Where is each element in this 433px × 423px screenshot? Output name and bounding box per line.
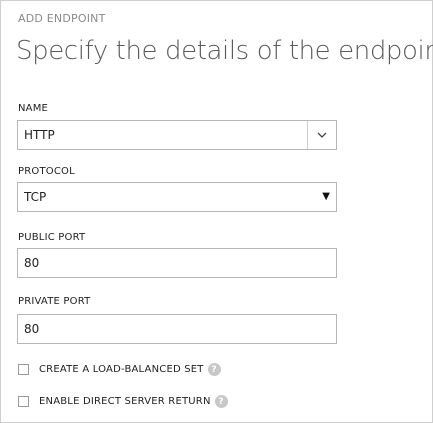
name-input[interactable]: HTTP [24,128,307,142]
protocol-value: TCP [24,190,47,204]
name-dropdown-button[interactable] [307,121,336,149]
add-endpoint-panel: ADD ENDPOINT Specify the details of the … [0,0,433,423]
direct-server-return-option[interactable]: ENABLE DIRECT SERVER RETURN ? [18,395,228,408]
direct-server-return-checkbox[interactable] [18,396,29,407]
public-port-value: 80 [24,256,40,270]
load-balanced-option[interactable]: CREATE A LOAD-BALANCED SET ? [18,363,221,376]
public-port-label: PUBLIC PORT [18,232,86,243]
load-balanced-label: CREATE A LOAD-BALANCED SET [39,364,204,375]
chevron-down-icon [317,132,327,138]
protocol-select[interactable]: TCP ▼ [17,182,337,212]
private-port-value: 80 [24,322,40,336]
load-balanced-checkbox[interactable] [18,364,29,375]
dialog-eyebrow: ADD ENDPOINT [18,12,106,25]
name-label: NAME [18,103,49,114]
protocol-label: PROTOCOL [18,166,75,177]
help-icon[interactable]: ? [214,395,228,408]
private-port-input[interactable]: 80 [17,314,337,344]
name-combobox[interactable]: HTTP [17,120,337,150]
public-port-input[interactable]: 80 [17,248,337,278]
private-port-label: PRIVATE PORT [18,296,91,307]
caret-down-icon: ▼ [322,191,330,202]
direct-server-return-label: ENABLE DIRECT SERVER RETURN [39,396,211,407]
help-icon[interactable]: ? [207,363,221,376]
page-title: Specify the details of the endpoint [16,36,433,66]
